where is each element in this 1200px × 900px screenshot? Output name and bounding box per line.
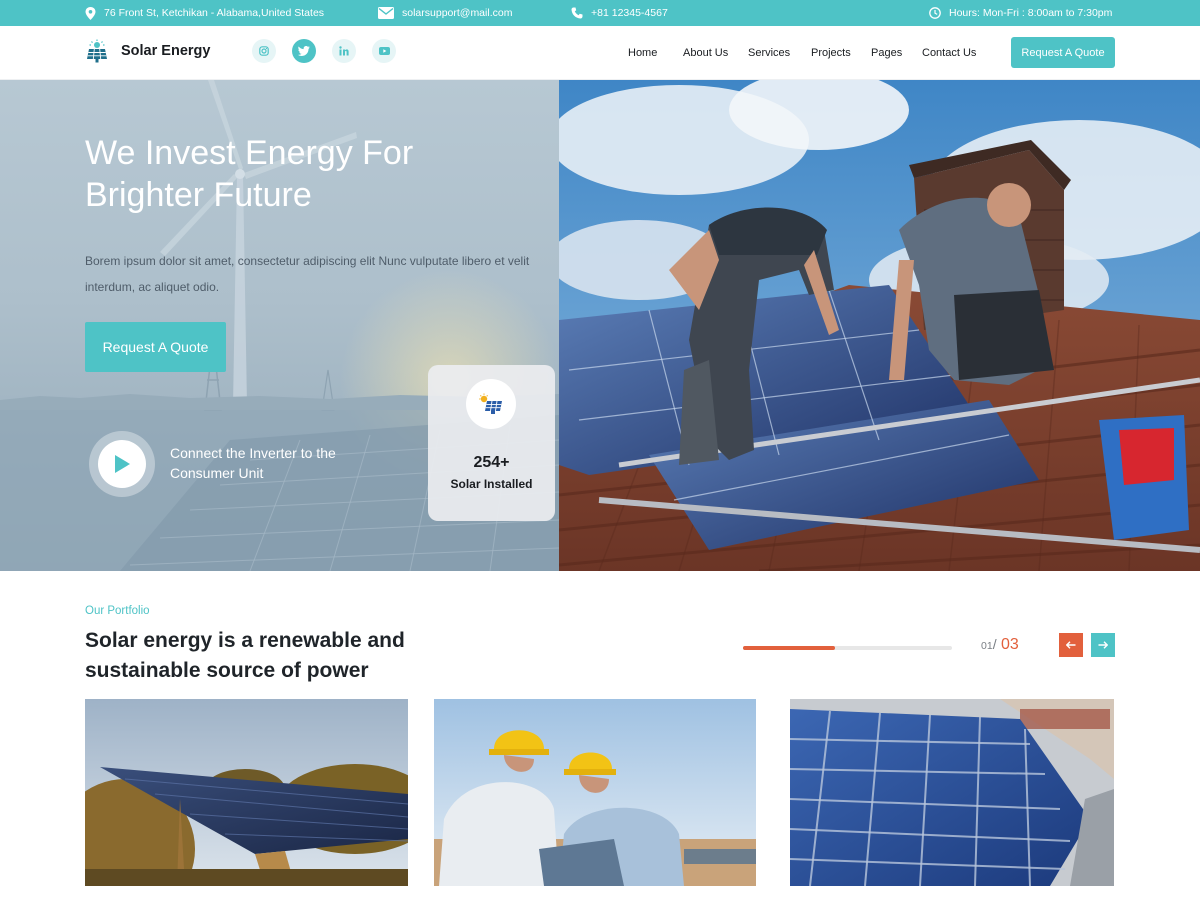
portfolio-eyebrow: Our Portfolio bbox=[85, 605, 150, 617]
slider-next-button[interactable] bbox=[1091, 633, 1115, 657]
video-label: Connect the Inverter to the Consumer Uni… bbox=[170, 445, 336, 481]
twitter-link[interactable] bbox=[292, 39, 316, 63]
slider-current: 01 bbox=[981, 640, 993, 652]
nav-item-services[interactable]: Services bbox=[748, 26, 790, 80]
nav-item-contact-us[interactable]: Contact Us bbox=[922, 26, 976, 80]
linkedin-link[interactable] bbox=[332, 39, 356, 63]
phone-info[interactable]: +81 12345-4567 bbox=[571, 0, 668, 26]
hours-text: Hours: Mon-Fri : 8:00am to 7:30pm bbox=[949, 7, 1113, 19]
slider-total: 03 bbox=[1001, 636, 1019, 653]
nav-item-about-us[interactable]: About Us bbox=[683, 26, 728, 80]
linkedin-icon bbox=[339, 46, 349, 56]
portfolio-card-solar-canopy[interactable] bbox=[85, 699, 408, 886]
slider-counter: 01/ 03 bbox=[981, 636, 1019, 654]
hero-title: We Invest Energy For Brighter Future bbox=[85, 134, 414, 214]
hero-description: Borem ipsum dolor sit amet, consectetur … bbox=[85, 254, 530, 294]
hero-request-quote-button[interactable]: Request A Quote bbox=[85, 322, 226, 372]
solar-panel-logo-icon bbox=[87, 39, 107, 63]
slider-progress-bar bbox=[743, 646, 952, 650]
nav-item-home[interactable]: Home bbox=[628, 26, 657, 80]
slider-separator: / bbox=[992, 636, 997, 652]
slider-progress-fill bbox=[743, 646, 835, 650]
solar-panel-icon bbox=[479, 393, 502, 414]
youtube-link[interactable] bbox=[372, 39, 396, 63]
instagram-icon bbox=[259, 46, 269, 56]
email-text[interactable]: solarsupport@mail.com bbox=[402, 7, 512, 19]
email-info[interactable]: solarsupport@mail.com bbox=[378, 0, 512, 26]
location-pin-icon bbox=[85, 6, 96, 20]
top-info-bar: 76 Front St, Ketchikan - Alabama,United … bbox=[0, 0, 1200, 26]
main-navigation: Solar Energy Home About Us Services Proj… bbox=[0, 26, 1200, 80]
hours-info: Hours: Mon-Fri : 8:00am to 7:30pm bbox=[929, 0, 1112, 26]
portfolio-image-engineers-with-hardhats bbox=[434, 699, 756, 886]
clock-icon bbox=[929, 7, 941, 19]
play-icon bbox=[115, 455, 130, 473]
youtube-icon bbox=[378, 47, 390, 55]
video-play-button[interactable] bbox=[89, 431, 155, 497]
address-text: 76 Front St, Ketchikan - Alabama,United … bbox=[104, 7, 325, 19]
request-quote-button[interactable]: Request A Quote bbox=[1011, 37, 1115, 68]
brand-logo[interactable]: Solar Energy bbox=[85, 39, 210, 63]
stat-icon-wrap bbox=[466, 379, 516, 429]
play-button-inner[interactable] bbox=[98, 440, 146, 488]
arrow-left-icon bbox=[1066, 641, 1076, 649]
hero-section: We Invest Energy For Brighter Future Bor… bbox=[0, 80, 1200, 571]
nav-item-projects[interactable]: Projects bbox=[811, 26, 851, 80]
hero-image-workers-installing-panels bbox=[559, 80, 1200, 571]
stat-value: 254+ bbox=[473, 454, 510, 471]
slider-prev-button[interactable] bbox=[1059, 633, 1083, 657]
twitter-icon bbox=[298, 46, 310, 56]
mail-icon bbox=[378, 7, 394, 19]
portfolio-card-rooftop-array[interactable] bbox=[790, 699, 1114, 886]
brand-name: Solar Energy bbox=[121, 43, 211, 59]
portfolio-image-solar-canopy bbox=[85, 699, 408, 886]
stat-label: Solar Installed bbox=[450, 477, 533, 491]
rooftop-installation-image bbox=[559, 80, 1200, 571]
portfolio-card-engineers[interactable] bbox=[434, 699, 756, 886]
portfolio-title: Solar energy is a renewable and sustaina… bbox=[85, 629, 405, 682]
instagram-link[interactable] bbox=[252, 39, 276, 63]
address-info: 76 Front St, Ketchikan - Alabama,United … bbox=[85, 0, 324, 26]
phone-icon bbox=[571, 7, 583, 19]
solar-installed-stat-card: 254+ Solar Installed bbox=[428, 365, 555, 521]
nav-item-pages[interactable]: Pages bbox=[871, 26, 902, 80]
portfolio-image-rooftop-panel-array bbox=[790, 699, 1114, 886]
phone-text[interactable]: +81 12345-4567 bbox=[591, 7, 668, 19]
arrow-right-icon bbox=[1098, 641, 1108, 649]
